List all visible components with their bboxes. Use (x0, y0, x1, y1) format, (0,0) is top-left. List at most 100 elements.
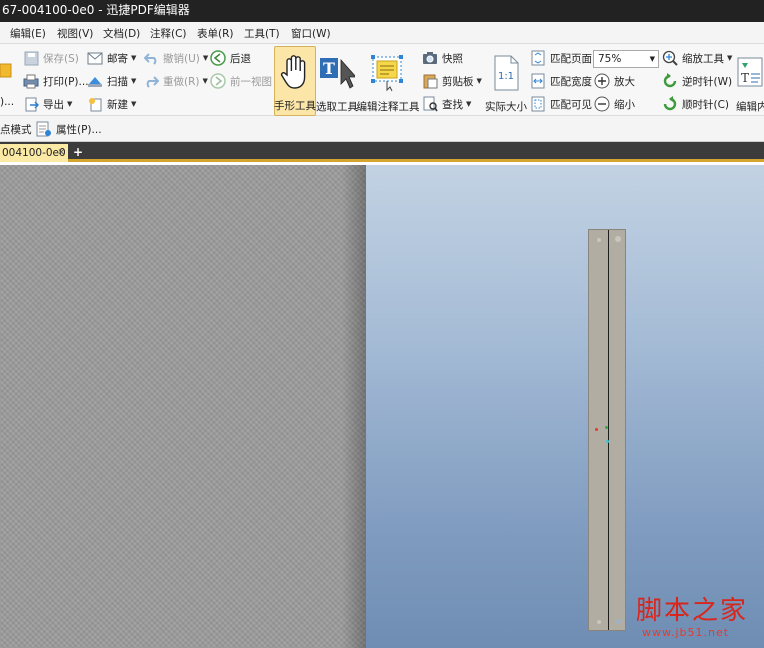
green-marker (605, 426, 608, 429)
prev-view-button[interactable]: 前一视图 (210, 71, 272, 91)
save-label: 保存(S) (43, 52, 79, 65)
undo-icon (143, 50, 159, 66)
fit-visible-button[interactable]: 匹配可见 (530, 94, 592, 114)
rotate-ccw-button[interactable]: 逆时针(W) (662, 71, 732, 91)
center-line (608, 230, 609, 630)
document-tab[interactable]: 004100-0e0 ✕ (0, 144, 68, 162)
document-page[interactable] (366, 165, 764, 648)
hand-tool-button[interactable]: 手形工具 (274, 46, 316, 116)
save-icon (23, 50, 39, 66)
fit-page-icon (530, 50, 546, 66)
menu-tools[interactable]: 工具(T) (244, 26, 280, 41)
actual-size-button[interactable]: 1:1 实际大小 (484, 46, 528, 116)
scanner-icon (87, 73, 103, 89)
fit-visible-label: 匹配可见 (550, 98, 592, 111)
zoom-value: 75% (598, 53, 622, 65)
select-tool-button[interactable]: T 选取工具 (316, 46, 358, 116)
document-tab-bar: 004100-0e0 ✕ + (0, 142, 764, 162)
scan-button[interactable]: 扫描 ▼ (87, 71, 136, 91)
text-select-icon: T (319, 53, 355, 93)
zoom-out-button[interactable]: 缩小 (594, 94, 635, 114)
menu-edit[interactable]: 编辑(E) (10, 26, 46, 41)
zoom-tool-label: 缩放工具 (682, 52, 724, 65)
fit-width-label: 匹配宽度 (550, 75, 592, 88)
menu-window[interactable]: 窗口(W) (291, 26, 331, 41)
close-icon[interactable]: ✕ (57, 144, 65, 162)
svg-text:T: T (323, 59, 335, 78)
rotate-cw-button[interactable]: 顺时针(C) (662, 94, 729, 114)
fit-page-label: 匹配页面 (550, 52, 592, 65)
print-button[interactable]: 打印(P)... (23, 71, 89, 91)
folder-icon[interactable] (0, 58, 12, 80)
hole-dot (597, 620, 601, 624)
edit-content-button[interactable]: T 编辑内 (736, 46, 764, 116)
point-mode-label: 点模式 (0, 123, 32, 136)
new-doc-icon (87, 96, 103, 112)
zoom-in-label: 放大 (614, 75, 635, 88)
clipboard-icon (422, 73, 438, 89)
undo-label: 撤销(U) (163, 52, 200, 65)
zoom-in-button[interactable]: 放大 (594, 71, 635, 91)
zoom-tool-button[interactable]: 缩放工具 ▼ (662, 48, 732, 68)
find-label: 查找 (442, 98, 463, 111)
clipboard-button[interactable]: 剪贴板 ▼ (422, 71, 482, 91)
red-marker (595, 428, 598, 431)
forward-arrow-icon (210, 73, 226, 89)
fit-width-button[interactable]: 匹配宽度 (530, 71, 592, 91)
chevron-down-icon: ▼ (649, 55, 655, 63)
properties-button[interactable]: 属性(P)... (36, 119, 102, 139)
back-button[interactable]: 后退 (210, 48, 251, 68)
export-button[interactable]: 导出 ▼ (23, 94, 72, 114)
hole-dot (597, 238, 601, 242)
page-background-pane (0, 165, 366, 648)
back-label: 后退 (230, 52, 251, 65)
hand-icon (277, 52, 313, 92)
mail-button[interactable]: 邮寄 ▼ (87, 48, 136, 68)
menu-document[interactable]: 文档(D) (103, 26, 140, 41)
watermark: 脚本之家 www.jb51.net (636, 596, 748, 639)
export-label: 导出 (43, 98, 64, 111)
clipboard-label: 剪贴板 (442, 75, 474, 88)
edit-content-icon: T (736, 53, 764, 93)
find-doc-icon (422, 96, 438, 112)
mail-label: 邮寄 (107, 52, 128, 65)
properties-icon (36, 121, 52, 137)
find-button[interactable]: 查找 ▼ (422, 94, 471, 114)
fit-page-button[interactable]: 匹配页面 (530, 48, 592, 68)
scan-label: 扫描 (107, 75, 128, 88)
snapshot-button[interactable]: 快照 (422, 48, 463, 68)
open-ellipsis[interactable]: )... (0, 92, 14, 112)
rotate-ccw-icon (662, 73, 678, 89)
prev-view-label: 前一视图 (230, 75, 272, 88)
zoom-select[interactable]: 75% ▼ (593, 50, 659, 68)
point-mode-button[interactable]: 点模式 (0, 119, 32, 139)
actual-size-label: 实际大小 (485, 101, 527, 113)
menu-bar: 编辑(E) 视图(V) 文档(D) 注释(C) 表单(R) 工具(T) 窗口(W… (0, 22, 764, 44)
menu-form[interactable]: 表单(R) (197, 26, 234, 41)
printer-icon (23, 73, 39, 89)
actual-size-icon: 1:1 (488, 53, 524, 93)
mail-icon (87, 50, 103, 66)
edit-content-label: 编辑内 (736, 101, 764, 113)
zoom-in-icon (594, 73, 610, 89)
menu-comment[interactable]: 注释(C) (150, 26, 187, 41)
hole-dot (616, 619, 621, 624)
new-button[interactable]: 新建 ▼ (87, 94, 136, 114)
watermark-url: www.jb51.net (642, 626, 730, 639)
cyan-marker (606, 440, 609, 443)
svg-text:T: T (741, 71, 749, 85)
menu-view[interactable]: 视图(V) (57, 26, 93, 41)
magnifier-plus-icon (662, 50, 678, 66)
rotate-ccw-label: 逆时针(W) (682, 75, 733, 88)
undo-button[interactable]: 撤销(U) ▼ (143, 48, 208, 68)
add-tab-icon[interactable]: + (72, 146, 84, 158)
camera-icon (422, 50, 438, 66)
redo-button[interactable]: 重做(R) ▼ (143, 71, 208, 91)
hand-tool-label: 手形工具 (274, 100, 316, 112)
fit-width-icon (530, 73, 546, 89)
edit-annotation-tool-button[interactable]: 编辑注释工具 (357, 46, 420, 116)
save-button[interactable]: 保存(S) (23, 48, 79, 68)
select-tool-label: 选取工具 (316, 101, 358, 113)
window-title: 67-004100-0e0 - 迅捷PDF编辑器 (0, 0, 764, 22)
hole-dot (615, 236, 621, 242)
